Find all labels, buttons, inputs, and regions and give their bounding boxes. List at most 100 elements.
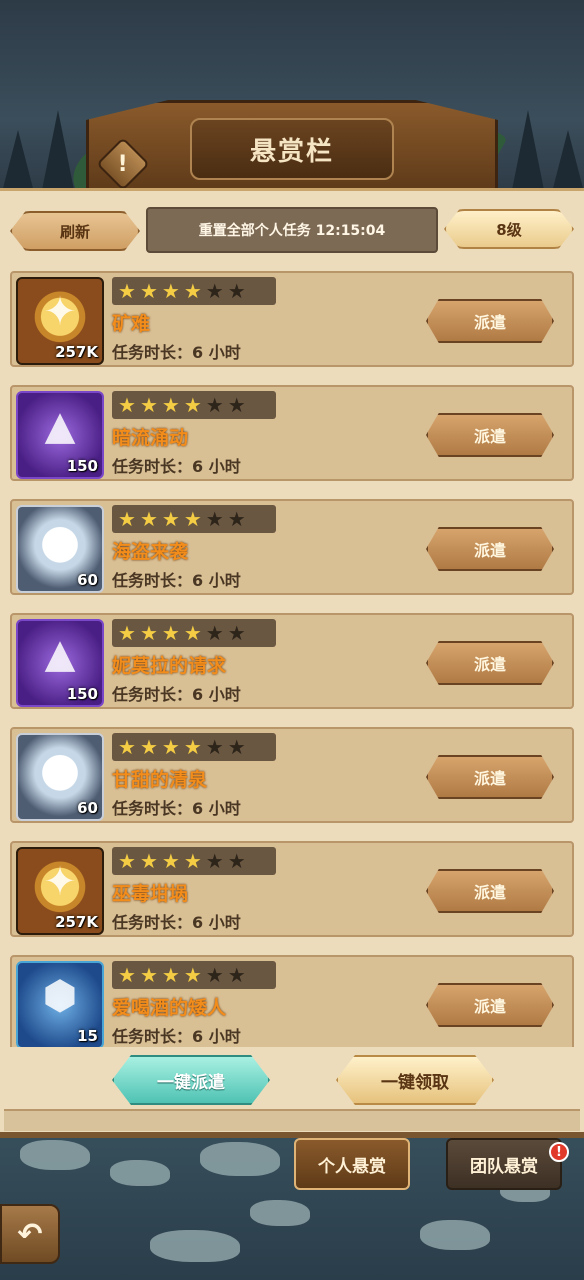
star-empty-icon: ★ xyxy=(227,393,246,417)
star-filled-icon: ★ xyxy=(183,393,202,417)
star-filled-icon: ★ xyxy=(183,963,202,987)
back-button[interactable]: ↶ xyxy=(0,1204,60,1264)
star-filled-icon: ★ xyxy=(118,735,136,759)
quest-row: ▲ 150 ★ ★ ★ ★ ★ ★ 妮莫拉的请求 任务时长：6 小时 派遣 xyxy=(10,613,574,709)
quest-list[interactable]: ✦ 257K ★ ★ ★ ★ ★ ★ 矿难 任务时长：6 小时 派遣 ▲ 150 ★ ★ ★ ★ ★ ★ 暗流涌动 任务… xyxy=(10,271,574,1047)
item-quantity: 257K xyxy=(55,913,98,931)
item-quantity: 150 xyxy=(66,685,98,703)
quest-row: ⬢ 15 ★ ★ ★ ★ ★ ★ 爱喝酒的矮人 任务时长：6 小时 派遣 xyxy=(10,955,574,1047)
star-filled-icon: ★ xyxy=(139,621,158,645)
item-quantity: 60 xyxy=(77,571,98,589)
item-quantity: 257K xyxy=(55,343,98,361)
item-quantity: 15 xyxy=(77,1027,98,1045)
quest-name: 甘甜的清泉 xyxy=(112,769,208,791)
star-filled-icon: ★ xyxy=(139,279,158,303)
star-filled-icon: ★ xyxy=(118,507,136,531)
star-rating: ★ ★ ★ ★ ★ ★ xyxy=(112,391,276,419)
quest-name: 暗流涌动 xyxy=(112,427,189,449)
star-empty-icon: ★ xyxy=(205,507,224,531)
collect-all-button[interactable]: 一键领取 xyxy=(336,1055,494,1105)
star-filled-icon: ★ xyxy=(118,621,136,645)
dispatch-button[interactable]: 派遣 xyxy=(426,869,554,913)
item-quantity: 60 xyxy=(77,799,98,817)
purple-ore-icon[interactable]: ▲ 150 xyxy=(16,391,104,479)
star-filled-icon: ★ xyxy=(183,735,202,759)
dispatch-button[interactable]: 派遣 xyxy=(426,641,554,685)
dispatch-button[interactable]: 派遣 xyxy=(426,983,554,1027)
dispatch-button[interactable]: 派遣 xyxy=(426,299,554,343)
gold-compass-icon[interactable]: ✦ 257K xyxy=(16,847,104,935)
star-empty-icon: ★ xyxy=(205,621,224,645)
quest-duration: 任务时长：6 小时 xyxy=(112,913,241,932)
quest-duration: 任务时长：6 小时 xyxy=(112,1027,241,1046)
star-filled-icon: ★ xyxy=(118,393,136,417)
star-filled-icon: ★ xyxy=(183,621,202,645)
notification-badge: ! xyxy=(549,1142,569,1162)
quest-row: ✦ 257K ★ ★ ★ ★ ★ ★ 矿难任务时长：6 小时 派遣 xyxy=(10,271,574,367)
panel-toolbar: 刷新 重置全部个人任务 12:15:04 8级 xyxy=(0,205,584,255)
star-filled-icon: ★ xyxy=(183,507,202,531)
quest-row: ▲ 150 ★ ★ ★ ★ ★ ★ 暗流涌动 任务时长：6 小时 派遣 xyxy=(10,385,574,481)
star-empty-icon: ★ xyxy=(205,963,224,987)
star-empty-icon: ★ xyxy=(205,393,224,417)
star-empty-icon: ★ xyxy=(205,849,224,873)
star-filled-icon: ★ xyxy=(161,735,180,759)
item-quantity: 150 xyxy=(66,457,98,475)
star-filled-icon: ★ xyxy=(139,507,158,531)
quest-duration: 任务时长：6 小时 xyxy=(112,685,241,704)
tab-personal-bounty[interactable]: 个人悬赏 xyxy=(294,1138,410,1190)
quest-name: 矿难 xyxy=(112,313,151,335)
panel-base xyxy=(4,1109,580,1131)
dispatch-button[interactable]: 派遣 xyxy=(426,413,554,457)
item-glyph: ✦ xyxy=(43,289,77,335)
back-arrow-icon: ↶ xyxy=(17,1216,43,1252)
quest-duration: 任务时长：6 小时 xyxy=(112,343,241,362)
dispatch-button[interactable]: 派遣 xyxy=(426,755,554,799)
quest-duration: 任务时长：6 小时 xyxy=(112,799,241,818)
dispatch-all-button[interactable]: 一键派遣 xyxy=(112,1055,270,1105)
star-rating: ★ ★ ★ ★ ★ ★ xyxy=(112,733,276,761)
star-rating: ★ ★ ★ ★ ★ ★ xyxy=(112,619,276,647)
star-rating: ★ ★ ★ ★ ★ ★ xyxy=(112,961,276,989)
star-filled-icon: ★ xyxy=(161,279,180,303)
star-empty-icon: ★ xyxy=(227,735,246,759)
exclamation-icon: ! xyxy=(117,151,129,177)
star-filled-icon: ★ xyxy=(183,849,202,873)
star-empty-icon: ★ xyxy=(227,849,246,873)
star-empty-icon: ★ xyxy=(227,507,246,531)
item-glyph: ⬢ xyxy=(42,973,78,1019)
star-filled-icon: ★ xyxy=(118,279,136,303)
star-filled-icon: ★ xyxy=(161,621,180,645)
star-filled-icon: ★ xyxy=(161,507,180,531)
bulk-actions: 一键派遣 一键领取 xyxy=(0,1051,584,1111)
star-filled-icon: ★ xyxy=(139,393,158,417)
dispatch-button[interactable]: 派遣 xyxy=(426,527,554,571)
star-filled-icon: ★ xyxy=(161,393,180,417)
quest-duration: 任务时长：6 小时 xyxy=(112,571,241,590)
purple-ore-icon[interactable]: ▲ 150 xyxy=(16,619,104,707)
star-filled-icon: ★ xyxy=(161,963,180,987)
star-filled-icon: ★ xyxy=(139,849,158,873)
quest-name: 爱喝酒的矮人 xyxy=(112,997,227,1019)
reset-timer: 重置全部个人任务 12:15:04 xyxy=(146,207,438,253)
quest-duration: 任务时长：6 小时 xyxy=(112,457,241,476)
diamond-icon[interactable]: ◆ 60 xyxy=(16,505,104,593)
item-glyph: ◆ xyxy=(44,745,76,791)
star-filled-icon: ★ xyxy=(118,963,136,987)
quest-row: ✦ 257K ★ ★ ★ ★ ★ ★ 巫毒坩埚 任务时长：6 小时 派遣 xyxy=(10,841,574,937)
star-filled-icon: ★ xyxy=(161,849,180,873)
quest-name: 妮莫拉的请求 xyxy=(112,655,227,677)
item-glyph: ◆ xyxy=(44,517,76,563)
star-rating: ★ ★ ★ ★ ★ ★ xyxy=(112,847,276,875)
refresh-button[interactable]: 刷新 xyxy=(10,211,140,251)
item-glyph: ▲ xyxy=(44,631,76,677)
diamond-icon[interactable]: ◆ 60 xyxy=(16,733,104,821)
star-rating: ★ ★ ★ ★ ★ ★ xyxy=(112,277,276,305)
gold-compass-icon[interactable]: ✦ 257K xyxy=(16,277,104,365)
blue-shard-icon[interactable]: ⬢ 15 xyxy=(16,961,104,1047)
star-filled-icon: ★ xyxy=(183,279,202,303)
tab-team-bounty[interactable]: 团队悬赏 xyxy=(446,1138,562,1190)
level-button[interactable]: 8级 xyxy=(444,209,574,249)
star-filled-icon: ★ xyxy=(118,849,136,873)
page-title: 悬赏栏 xyxy=(249,136,334,167)
